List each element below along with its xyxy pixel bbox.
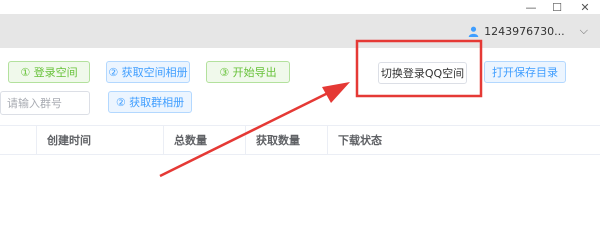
annotation-arrow-shaft: [159, 90, 331, 178]
annotation-arrow-head: [322, 82, 350, 103]
highlight-box: [355, 39, 483, 98]
annotation-overlay: [159, 39, 483, 178]
